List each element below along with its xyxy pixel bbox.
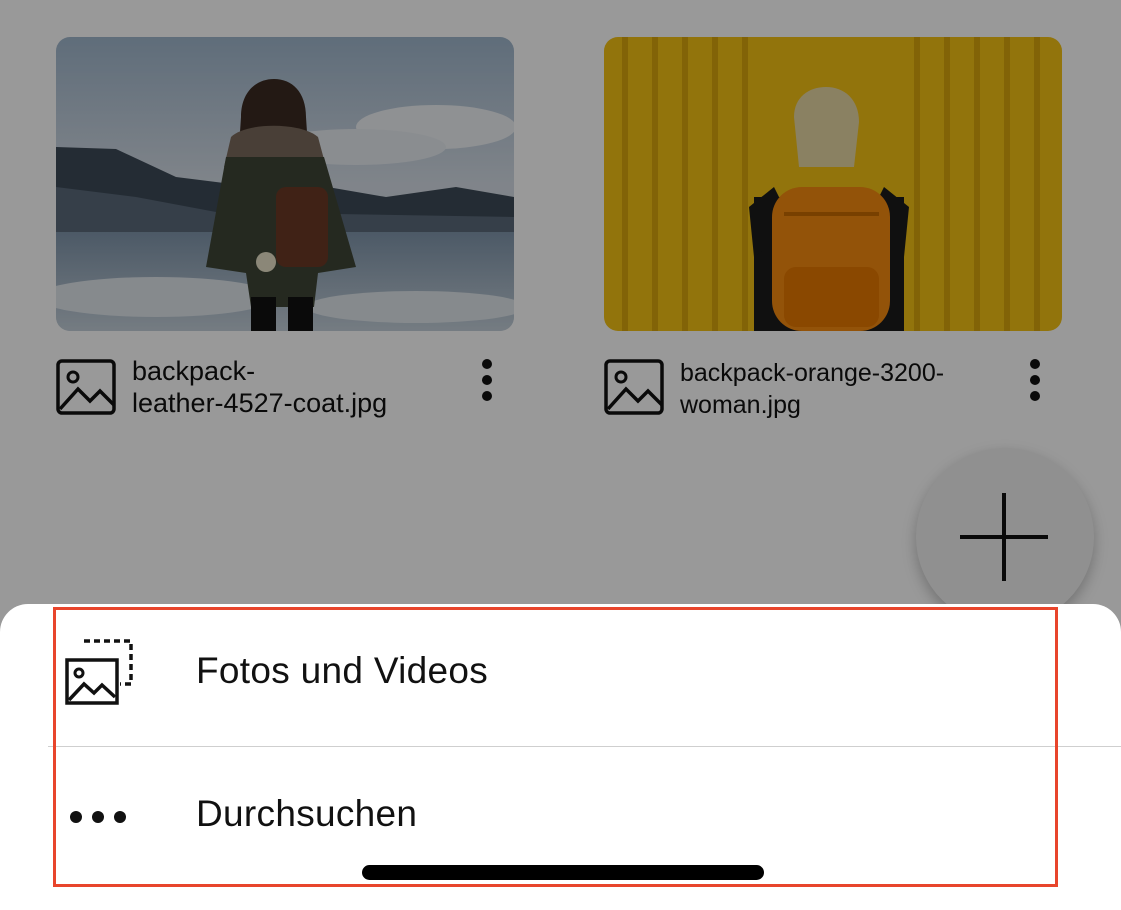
sheet-item-label: Fotos und Videos [196, 650, 489, 691]
photos-icon [65, 639, 133, 705]
home-indicator[interactable] [362, 865, 764, 880]
screen: backpack- leather-4527-coat.jpg backpack… [0, 0, 1121, 910]
more-horizontal-icon [70, 810, 128, 824]
sheet-item-label: Durchsuchen [196, 793, 418, 834]
sheet-item-photos-videos[interactable]: Fotos und Videos [0, 604, 1121, 746]
